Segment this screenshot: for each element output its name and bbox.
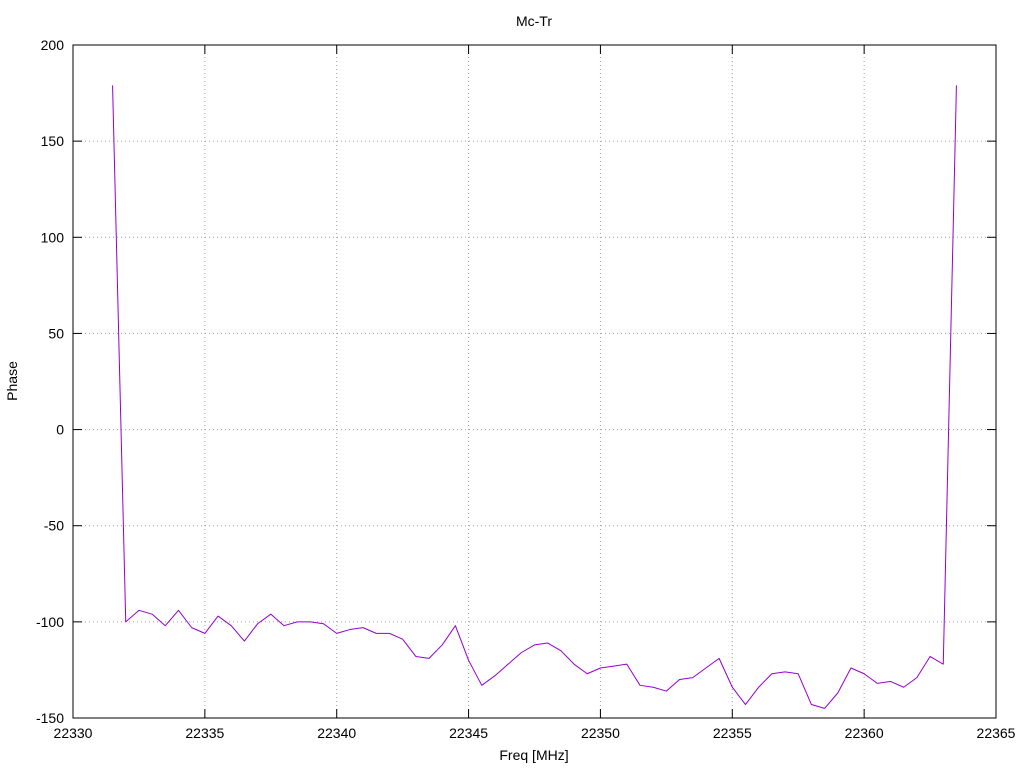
plot-frame <box>72 44 997 719</box>
y-tick-label: -150 <box>36 710 64 726</box>
x-tick-label: 22340 <box>317 725 356 741</box>
y-axis-label: Phase <box>4 361 20 401</box>
y-tick-label: 50 <box>48 325 64 341</box>
x-axis-label: Freq [MHz] <box>499 747 568 763</box>
chart-title: Mc-Tr <box>516 13 552 29</box>
x-axis-ticks: 22330 22335 22340 22345 22350 22355 22360 22365 <box>54 45 1016 741</box>
y-tick-label: -100 <box>36 614 64 630</box>
x-tick-label: 22365 <box>977 725 1016 741</box>
series-layer <box>112 85 957 709</box>
x-tick-label: 22350 <box>581 725 620 741</box>
phase-chart: Mc-Tr -150 -100 -50 0 50 100 150 200 22330 22335… <box>4 13 1016 763</box>
y-axis-ticks: -150 -100 -50 0 50 100 150 200 <box>36 37 996 726</box>
grid-lines <box>73 45 996 718</box>
x-tick-label: 22360 <box>845 725 884 741</box>
x-tick-label: 22330 <box>54 725 93 741</box>
x-tick-label: 22345 <box>449 725 488 741</box>
phase-series-line <box>112 85 957 709</box>
y-tick-label: 150 <box>41 133 65 149</box>
y-tick-label: 100 <box>41 229 65 245</box>
x-tick-label: 22355 <box>713 725 752 741</box>
y-tick-label: 200 <box>41 37 65 53</box>
y-tick-label: 0 <box>56 422 64 438</box>
x-tick-label: 22335 <box>185 725 224 741</box>
y-tick-label: -50 <box>44 518 64 534</box>
